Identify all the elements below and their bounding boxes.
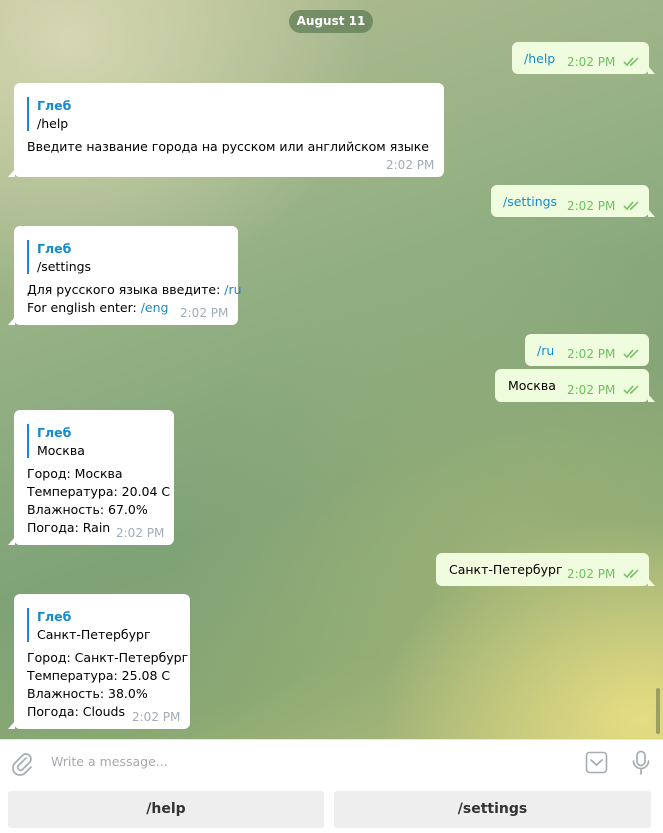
bubble-tail (8, 317, 15, 325)
message-time: 2:02 PM (567, 199, 616, 213)
double-check-icon (623, 569, 639, 579)
bot-keyboard-icon[interactable] (585, 751, 608, 774)
keyboard-button-settings[interactable]: /settings (334, 791, 651, 828)
message-input[interactable]: Write a message... (51, 754, 168, 769)
chat-scrollbar[interactable] (656, 688, 660, 734)
quote-author: Глеб (37, 98, 72, 113)
message-text-line: For english enter: /eng (27, 299, 168, 317)
message-time: 2:02 PM (567, 347, 616, 361)
message-command[interactable]: /settings (503, 194, 557, 209)
bubble-tail (8, 169, 15, 177)
keyboard-button-help[interactable]: /help (8, 791, 324, 828)
weather-temperature: Температура: 20.04 C (27, 484, 171, 499)
quote-author: Глеб (37, 425, 72, 440)
bubble-tail (648, 209, 655, 217)
incoming-message[interactable]: Глеб /settings Для русского языка введит… (8, 226, 242, 325)
outgoing-message[interactable]: /help 2:02 PM (512, 42, 655, 74)
double-check-icon (623, 385, 639, 395)
date-separator: August 11 (289, 10, 373, 33)
outgoing-message[interactable]: Санкт-Петербург 2:02 PM (436, 553, 655, 586)
message-time: 2:02 PM (567, 55, 616, 69)
quote-text: /help (37, 116, 69, 131)
bot-reply-keyboard: /help /settings (0, 785, 663, 833)
bubble-tail (8, 721, 15, 729)
quote-text: Москва (37, 443, 85, 458)
outgoing-message[interactable]: Москва 2:02 PM (495, 369, 655, 402)
quote-author: Глеб (37, 609, 72, 624)
message-command[interactable]: /ru (537, 343, 554, 358)
message-time: 2:02 PM (180, 306, 229, 320)
weather-city: Город: Санкт-Петербург (27, 650, 189, 665)
message-text: Введите название города на русском или а… (27, 139, 429, 154)
weather-temperature: Температура: 25.08 C (27, 668, 171, 683)
double-check-icon (623, 349, 639, 359)
incoming-message[interactable]: Глеб Москва Город: Москва Температура: 2… (8, 410, 174, 545)
message-composer: Write a message... (0, 739, 663, 785)
message-time: 2:02 PM (386, 158, 435, 172)
chat-history[interactable]: August 11 /help 2:02 PM Глеб /help Введи… (0, 0, 663, 739)
double-check-icon (623, 57, 639, 67)
bubble-tail (8, 537, 15, 545)
message-text-line: Для русского языка введите: /ru (27, 281, 242, 299)
bubble-tail (648, 66, 655, 74)
message-time: 2:02 PM (116, 526, 165, 540)
message-text: Санкт-Петербург (449, 562, 563, 577)
line-text: For english enter: (27, 300, 141, 315)
bubble-tail (648, 394, 655, 402)
message-time: 2:02 PM (132, 710, 181, 724)
quote-text: Санкт-Петербург (37, 627, 151, 642)
command-link-ru[interactable]: /ru (224, 282, 241, 297)
reply-quote[interactable]: Глеб Москва (27, 424, 85, 458)
quote-author: Глеб (37, 241, 72, 256)
weather-city: Город: Москва (27, 466, 123, 481)
reply-quote[interactable]: Глеб /settings (27, 240, 91, 274)
incoming-message[interactable]: Глеб /help Введите название города на ру… (8, 83, 444, 177)
quote-text: /settings (37, 259, 92, 274)
line-text: Для русского языка введите: (27, 282, 225, 297)
message-time: 2:02 PM (567, 383, 616, 397)
paperclip-icon[interactable] (11, 752, 33, 776)
weather-condition: Погода: Clouds (27, 704, 125, 719)
command-link-eng[interactable]: /eng (141, 300, 169, 315)
weather-humidity: Влажность: 38.0% (27, 686, 148, 701)
message-time: 2:02 PM (567, 567, 616, 581)
incoming-message[interactable]: Глеб Санкт-Петербург Город: Санкт-Петерб… (8, 594, 190, 729)
bubble-tail (648, 578, 655, 586)
microphone-icon[interactable] (631, 750, 651, 776)
weather-humidity: Влажность: 67.0% (27, 502, 148, 517)
message-text: Москва (508, 378, 556, 393)
reply-quote[interactable]: Глеб /help (27, 97, 71, 131)
outgoing-message[interactable]: /settings 2:02 PM (491, 185, 655, 217)
message-command[interactable]: /help (524, 51, 555, 66)
weather-condition: Погода: Rain (27, 520, 111, 535)
double-check-icon (623, 201, 639, 211)
outgoing-message[interactable]: /ru 2:02 PM (525, 334, 649, 366)
reply-quote[interactable]: Глеб Санкт-Петербург (27, 608, 151, 642)
